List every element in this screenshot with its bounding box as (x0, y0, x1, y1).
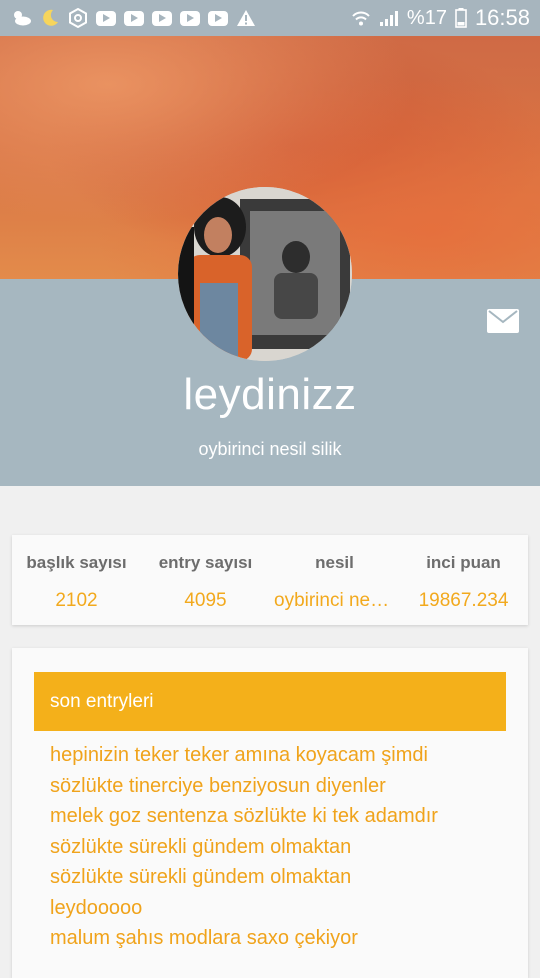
stat-label: başlık sayısı (26, 553, 127, 572)
avatar[interactable] (178, 187, 352, 361)
youtube-icon (96, 10, 116, 26)
settings-icon (68, 8, 88, 28)
username: leydinizz (183, 370, 357, 419)
battery-percent: %17 (406, 6, 447, 29)
stat-value: 4095 (184, 590, 227, 611)
clock-time: 16:58 (474, 5, 530, 30)
entry-link[interactable]: malum şahıs modlara saxo çekiyor (50, 923, 520, 954)
entry-link[interactable]: sözlükte sürekli gündem olmaktan (50, 862, 520, 893)
entries-list: hepinizin teker teker amına koyacam şimd… (50, 740, 520, 954)
mail-icon[interactable] (487, 309, 519, 333)
entry-link[interactable]: sözlükte tinerciye benziyosun diyenler (50, 771, 520, 802)
signal-icon (379, 9, 399, 27)
stat-value: oybirinci nesil silik (274, 590, 399, 611)
recent-entries-card: son entryleri hepinizin teker teker amın… (12, 648, 528, 978)
entry-link[interactable]: hepinizin teker teker amına koyacam şimd… (50, 740, 520, 771)
youtube-icon (124, 10, 144, 26)
recent-entries-title: son entryleri (34, 672, 506, 731)
battery-icon (455, 8, 467, 28)
wifi-icon (351, 9, 371, 27)
stats-card: başlık sayısı 2102 entry sayısı 4095 nes… (12, 535, 528, 625)
moon-icon (40, 8, 60, 28)
stat-value: 2102 (55, 590, 98, 611)
entry-link[interactable]: sözlükte sürekli gündem olmaktan (50, 832, 520, 863)
status-bar: %17 16:58 (0, 0, 540, 36)
stat-label: inci puan (426, 553, 501, 572)
weather-icon (10, 9, 32, 27)
youtube-icon (152, 10, 172, 26)
stat-label: entry sayısı (158, 553, 253, 572)
stat-label: nesil (315, 553, 354, 572)
entry-link[interactable]: leydooooo (50, 893, 520, 924)
warning-icon (236, 9, 256, 27)
entry-link[interactable]: melek goz sentenza sözlükte ki tek adamd… (50, 801, 520, 832)
youtube-icon (180, 10, 200, 26)
generation-label: oybirinci nesil silik (198, 439, 342, 459)
youtube-icon (208, 10, 228, 26)
stat-value: 19867.234 (418, 590, 509, 611)
